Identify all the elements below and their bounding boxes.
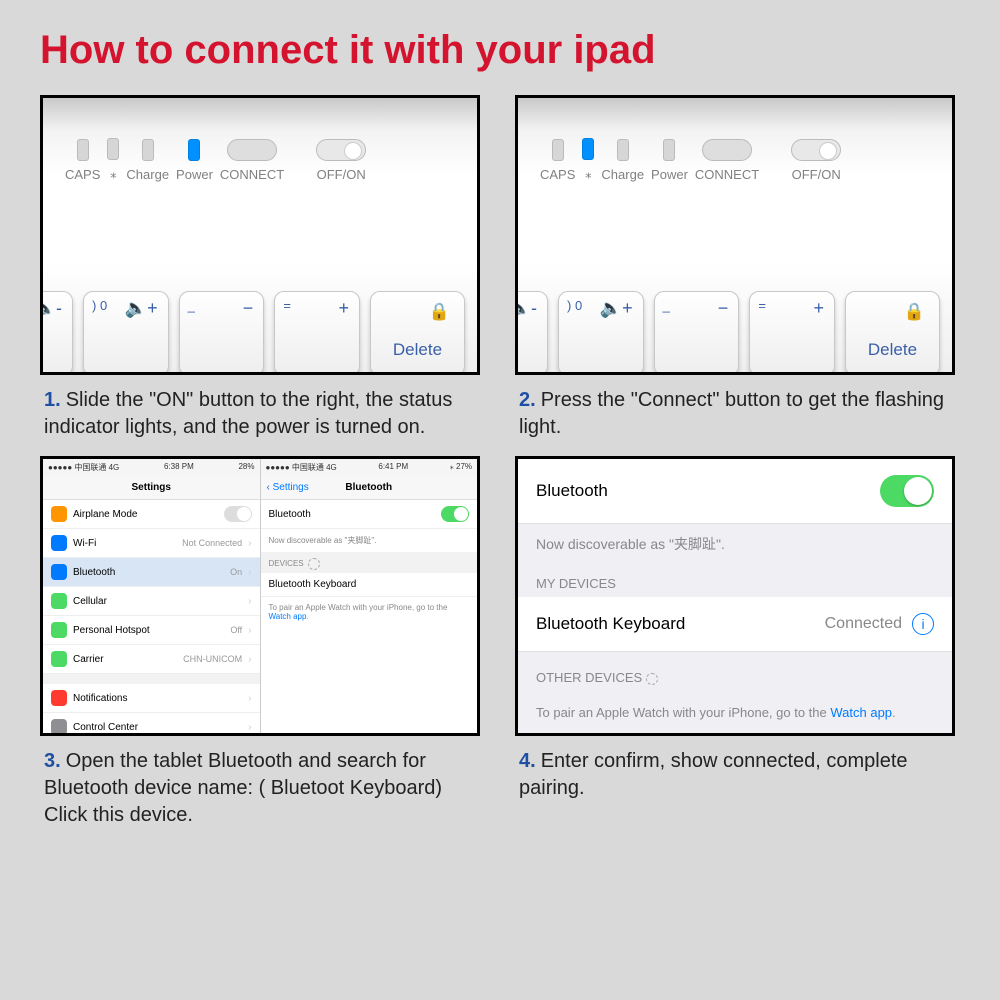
settings-row[interactable]: Notifications›: [43, 684, 260, 713]
keyboard-photo-2: CAPS ⁎ Charge Power CONNECT OFF/ON 🔈- ) …: [515, 95, 955, 375]
my-devices-header: MY DEVICES: [518, 558, 952, 597]
step-3-caption: 3.Open the tablet Bluetooth and search f…: [40, 736, 485, 829]
bluetooth-toggle-row[interactable]: Bluetooth: [518, 459, 952, 524]
connect-button: [227, 139, 277, 161]
spinner-icon: [646, 673, 658, 685]
step-2: CAPS ⁎ Charge Power CONNECT OFF/ON 🔈- ) …: [515, 95, 960, 441]
caps-label: CAPS: [65, 167, 100, 182]
settings-row[interactable]: Cellular›: [43, 587, 260, 616]
key-delete: Delete🔒: [370, 291, 465, 375]
keyboard-photo-1: CAPS ⁎ Charge Power CONNECT OFF/ON 🔈- ) …: [40, 95, 480, 375]
discoverable-note: Now discoverable as "夹脚趾".: [261, 529, 478, 552]
bluetooth-label: Bluetooth: [536, 481, 608, 501]
watch-note: To pair an Apple Watch with your iPhone,…: [518, 691, 952, 734]
watch-note: To pair an Apple Watch with your iPhone,…: [261, 597, 478, 627]
back-link[interactable]: ‹ Settings: [267, 482, 309, 493]
settings-row[interactable]: CarrierCHN-UNICOM›: [43, 645, 260, 674]
settings-row[interactable]: Control Center›: [43, 713, 260, 736]
bt-label: ⁎: [110, 166, 117, 182]
power-switch: [316, 139, 366, 161]
devices-header: DEVICES: [269, 559, 304, 568]
key-0: ) 0🔈+: [83, 291, 169, 375]
toggle-on-icon[interactable]: [880, 475, 934, 507]
offon-label: OFF/ON: [317, 167, 366, 182]
key-vol-down: 🔈-: [40, 291, 73, 375]
info-icon[interactable]: i: [912, 613, 934, 635]
bluetooth-toggle-row[interactable]: Bluetooth: [261, 500, 478, 529]
step-4: Bluetooth Now discoverable as "夹脚趾". MY …: [515, 456, 960, 829]
settings-row[interactable]: BluetoothOn›: [43, 558, 260, 587]
lock-icon: 🔒: [429, 302, 450, 322]
settings-row[interactable]: Personal HotspotOff›: [43, 616, 260, 645]
step-1-caption: 1.Slide the "ON" button to the right, th…: [40, 375, 485, 441]
key-minus: _−: [179, 291, 265, 375]
step-4-caption: 4.Enter confirm, show connected, complet…: [515, 736, 960, 802]
toggle-on-icon[interactable]: [441, 506, 469, 522]
key-plus: =+: [274, 291, 360, 375]
other-devices-header: OTHER DEVICES: [518, 652, 952, 691]
connect-label: CONNECT: [220, 167, 284, 182]
device-row[interactable]: Bluetooth Keyboard Connected i: [518, 597, 952, 652]
step-3: ●●●●● 中国联通 4G6:38 PM28% Settings Airplan…: [40, 456, 485, 829]
discoverable-note: Now discoverable as "夹脚趾".: [518, 524, 952, 558]
charge-label: Charge: [126, 167, 169, 182]
step-1: CAPS ⁎ Charge Power CONNECT OFF/ON 🔈- ) …: [40, 95, 485, 441]
connected-status: Connected: [825, 615, 902, 633]
watch-app-link[interactable]: Watch app: [269, 612, 307, 621]
ios-settings-screenshot: ●●●●● 中国联通 4G6:38 PM28% Settings Airplan…: [40, 456, 480, 736]
step-2-caption: 2.Press the "Connect" button to get the …: [515, 375, 960, 441]
bluetooth-title: ‹ SettingsBluetooth: [261, 476, 478, 500]
device-name: Bluetooth Keyboard: [536, 614, 685, 634]
spinner-icon: [308, 558, 320, 570]
watch-app-link[interactable]: Watch app: [830, 705, 892, 720]
settings-row[interactable]: Wi-FiNot Connected›: [43, 529, 260, 558]
power-label: Power: [176, 167, 213, 182]
steps-grid: CAPS ⁎ Charge Power CONNECT OFF/ON 🔈- ) …: [0, 95, 1000, 829]
settings-row[interactable]: Airplane Mode: [43, 500, 260, 529]
page-title: How to connect it with your ipad: [0, 0, 1000, 95]
settings-title: Settings: [43, 476, 260, 500]
bt-keyboard-row[interactable]: Bluetooth Keyboard: [261, 573, 478, 597]
ios-bluetooth-connected-screenshot: Bluetooth Now discoverable as "夹脚趾". MY …: [515, 456, 955, 736]
